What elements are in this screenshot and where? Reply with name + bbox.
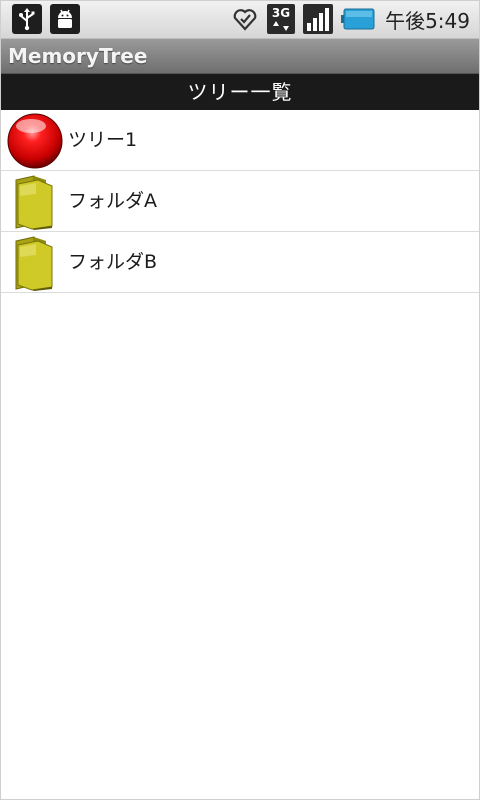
signal-icon xyxy=(303,4,334,34)
tree-list: ツリー1 フォルダA フォルダB xyxy=(0,110,480,293)
sync-icon xyxy=(231,5,259,33)
list-item-label: フォルダB xyxy=(68,251,158,273)
list-item-folder-a[interactable]: フォルダA xyxy=(0,171,480,232)
android-debug-icon xyxy=(50,4,80,34)
folder-icon xyxy=(10,234,58,292)
list-header: ツリー一覧 xyxy=(0,74,480,110)
list-item-folder-b[interactable]: フォルダB xyxy=(0,232,480,293)
app-title: MemoryTree xyxy=(8,44,148,68)
usb-icon xyxy=(12,4,42,34)
list-item-label: ツリー1 xyxy=(68,129,138,151)
folder-icon xyxy=(10,173,58,231)
battery-icon xyxy=(341,8,375,30)
list-item-label: フォルダA xyxy=(68,190,157,212)
svg-text:3G: 3G xyxy=(272,6,290,20)
red-ball-icon xyxy=(6,112,64,170)
list-item-tree-1[interactable]: ツリー1 xyxy=(0,110,480,171)
network-3g-icon: 3G xyxy=(267,4,296,34)
status-bar-right: 3G 午後5:49 xyxy=(223,4,470,34)
status-bar: 3G 午後5:49 xyxy=(0,0,480,39)
clock: 午後5:49 xyxy=(385,8,470,33)
screen: 3G 午後5:49 MemoryTree ツリー一覧 ツリー1 フォルダA フォ… xyxy=(0,0,480,800)
title-bar: MemoryTree xyxy=(0,39,480,74)
status-bar-left xyxy=(12,4,88,34)
